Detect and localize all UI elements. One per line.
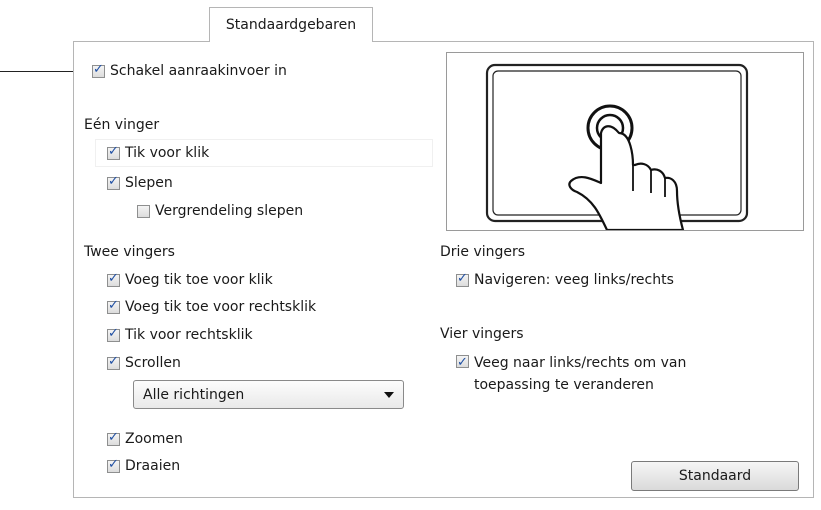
drag-checkbox[interactable]: Slepen [107, 174, 173, 191]
checkbox-label: Veeg naar links/rechts om van toepassing… [474, 355, 687, 393]
two-fingers-heading: Twee vingers [84, 244, 175, 260]
add-tap-click-checkbox[interactable]: Voeg tik toe voor klik [107, 271, 273, 288]
enable-touch-input-checkbox[interactable]: Schakel aanraakinvoer in [92, 62, 287, 79]
checkbox-label: Scrollen [125, 355, 181, 371]
tap-right-click-checkbox[interactable]: Tik voor rechtsklik [107, 326, 253, 343]
tab-label: Standaardgebaren [225, 17, 357, 33]
checkbox-label: Vergrendeling slepen [155, 203, 304, 219]
four-fingers-heading: Vier vingers [440, 326, 524, 342]
checkbox-label: Tik voor rechtsklik [125, 327, 253, 343]
checkbox-label: Voeg tik toe voor klik [125, 272, 273, 288]
checkbox-box[interactable] [107, 430, 120, 446]
checkbox-label: Voeg tik toe voor rechtsklik [125, 299, 317, 315]
tab-standard-gestures[interactable]: Standaardgebaren [209, 7, 373, 42]
three-fingers-heading: Drie vingers [440, 244, 526, 260]
one-finger-heading: Eén vinger [84, 117, 160, 133]
zoom-checkbox[interactable]: Zoomen [107, 430, 183, 447]
scroll-checkbox[interactable]: Scrollen [107, 354, 181, 371]
checkbox-box[interactable] [107, 271, 120, 287]
checkbox-label: Navigeren: veeg links/rechts [474, 272, 674, 288]
default-button[interactable]: Standaard [631, 461, 799, 491]
checkbox-label: Schakel aanraakinvoer in [110, 63, 287, 79]
checkbox-box[interactable] [107, 354, 120, 370]
navigate-swipe-checkbox[interactable]: Navigeren: veeg links/rechts [456, 271, 674, 288]
checkbox-box[interactable] [107, 298, 120, 314]
select-value: Alle richtingen [143, 386, 245, 403]
tap-for-click-checkbox[interactable]: Tik voor klik [107, 144, 210, 161]
checkbox-box[interactable] [137, 204, 150, 218]
checkbox-box[interactable] [107, 174, 120, 190]
chevron-down-icon[interactable] [384, 392, 394, 398]
checkbox-label: Tik voor klik [125, 145, 210, 161]
checkbox-box[interactable] [456, 352, 469, 374]
checkbox-box[interactable] [456, 271, 469, 287]
add-tap-right-click-checkbox[interactable]: Voeg tik toe voor rechtsklik [107, 298, 317, 315]
gesture-preview [446, 52, 804, 232]
checkbox-label: Zoomen [125, 431, 183, 447]
touchpad-tap-icon [485, 63, 749, 232]
scroll-direction-select[interactable]: Alle richtingen [133, 380, 404, 409]
checkbox-label: Slepen [125, 175, 173, 191]
drag-lock-checkbox[interactable]: Vergrendeling slepen [137, 203, 303, 219]
checkbox-box[interactable] [92, 62, 105, 78]
rotate-checkbox[interactable]: Draaien [107, 457, 181, 474]
switch-app-swipe-checkbox[interactable]: Veeg naar links/rechts om van toepassing… [456, 352, 746, 396]
checkbox-box[interactable] [107, 144, 120, 160]
checkbox-box[interactable] [107, 457, 120, 473]
checkbox-box[interactable] [107, 326, 120, 342]
button-label: Standaard [678, 468, 752, 484]
checkbox-label: Draaien [125, 458, 181, 474]
